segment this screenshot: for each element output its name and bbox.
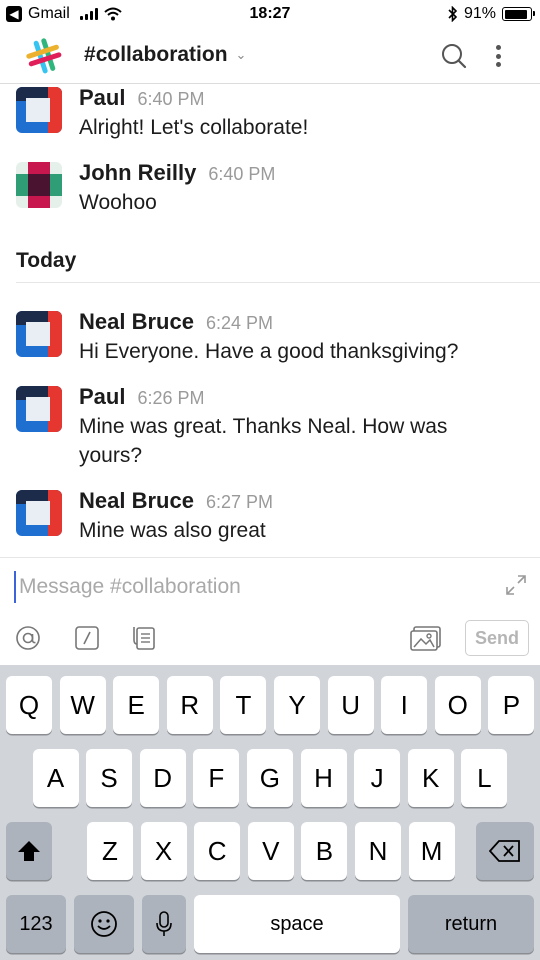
key-q[interactable]: Q xyxy=(6,676,52,734)
key-y[interactable]: Y xyxy=(274,676,320,734)
message-author[interactable]: John Reilly xyxy=(79,160,196,186)
message-list[interactable]: Paul 6:40 PM Alright! Let's collaborate!… xyxy=(0,85,540,557)
search-icon[interactable] xyxy=(440,42,468,70)
message-time: 6:40 PM xyxy=(208,164,276,184)
shift-arrow-icon xyxy=(18,841,40,861)
slash-command-icon[interactable] xyxy=(73,624,101,652)
key-g[interactable]: G xyxy=(246,749,293,807)
battery-percent: 91% xyxy=(463,5,496,22)
message-text: Mine was also great xyxy=(79,519,266,542)
message-text: Hi Everyone. Have a good thanksgiving? xyxy=(79,340,459,363)
key-l[interactable]: L xyxy=(461,749,508,807)
key-i[interactable]: I xyxy=(381,676,428,734)
key-o[interactable]: O xyxy=(434,676,481,734)
more-vertical-icon[interactable] xyxy=(488,42,508,70)
attach-file-icon[interactable] xyxy=(130,624,158,652)
key-e[interactable]: E xyxy=(113,676,160,734)
key-t[interactable]: T xyxy=(220,676,267,734)
channel-hash: # xyxy=(84,43,96,66)
channel-name: collaboration xyxy=(95,43,228,66)
message-author[interactable]: Paul xyxy=(79,384,125,410)
emoji-key[interactable] xyxy=(74,895,134,953)
channel-title[interactable]: #collaboration ⌄ xyxy=(84,43,246,67)
avatar[interactable] xyxy=(16,87,62,133)
message-time: 6:40 PM xyxy=(137,89,205,109)
shift-key[interactable] xyxy=(6,822,52,880)
dictation-key[interactable] xyxy=(142,895,186,953)
key-p[interactable]: P xyxy=(488,676,535,734)
battery-icon xyxy=(502,7,535,21)
key-u[interactable]: U xyxy=(327,676,374,734)
message-time: 6:24 PM xyxy=(205,313,273,333)
avatar[interactable] xyxy=(16,490,62,536)
day-divider: Today xyxy=(16,249,540,283)
expand-icon[interactable] xyxy=(504,573,528,597)
key-v[interactable]: V xyxy=(247,822,294,880)
chevron-down-icon: ⌄ xyxy=(235,47,247,62)
send-button[interactable]: Send xyxy=(465,620,529,656)
numbers-key[interactable]: 123 xyxy=(6,895,66,953)
key-r[interactable]: R xyxy=(166,676,213,734)
key-k[interactable]: K xyxy=(407,749,454,807)
mention-icon[interactable] xyxy=(14,624,42,652)
avatar[interactable] xyxy=(16,162,62,208)
message-author[interactable]: Paul xyxy=(79,85,125,111)
channel-header: #collaboration ⌄ xyxy=(0,30,540,84)
status-right: 91% xyxy=(448,5,535,23)
message-text: Mine was great. Thanks Neal. How was you… xyxy=(79,415,448,467)
space-key[interactable]: space xyxy=(194,895,400,953)
avatar[interactable] xyxy=(16,386,62,432)
microphone-icon xyxy=(156,911,172,936)
on-screen-keyboard: QWERTYUIOP ASDFGHJKL ZXCVBNM 123 space r… xyxy=(0,665,540,960)
message-author[interactable]: Neal Bruce xyxy=(79,309,194,335)
key-f[interactable]: F xyxy=(193,749,240,807)
slack-logo-icon[interactable] xyxy=(26,38,62,74)
message-text: Alright! Let's collaborate! xyxy=(79,116,309,139)
avatar[interactable] xyxy=(16,311,62,357)
key-w[interactable]: W xyxy=(59,676,106,734)
photo-icon[interactable] xyxy=(409,624,443,652)
day-divider-label: Today xyxy=(16,249,77,272)
backspace-icon xyxy=(489,840,520,862)
key-z[interactable]: Z xyxy=(87,822,133,880)
status-bar: ◀ Gmail 18:27 91% xyxy=(0,0,540,30)
bluetooth-icon xyxy=(448,6,458,22)
key-h[interactable]: H xyxy=(300,749,347,807)
key-s[interactable]: S xyxy=(86,749,133,807)
message-time: 6:27 PM xyxy=(205,492,273,512)
key-d[interactable]: D xyxy=(139,749,186,807)
message-input[interactable] xyxy=(14,571,484,603)
message-time: 6:26 PM xyxy=(137,388,205,408)
key-x[interactable]: X xyxy=(140,822,187,880)
key-a[interactable]: A xyxy=(32,749,79,807)
message-composer: Send xyxy=(0,557,540,665)
message-text: Woohoo xyxy=(79,191,157,214)
battery-fill xyxy=(504,9,528,19)
message-author[interactable]: Neal Bruce xyxy=(79,488,194,514)
emoji-icon xyxy=(91,911,117,937)
key-n[interactable]: N xyxy=(355,822,401,880)
key-c[interactable]: C xyxy=(194,822,241,880)
key-m[interactable]: M xyxy=(408,822,455,880)
return-key[interactable]: return xyxy=(408,895,534,953)
backspace-key[interactable] xyxy=(476,822,534,880)
key-j[interactable]: J xyxy=(354,749,401,807)
key-b[interactable]: B xyxy=(301,822,348,880)
